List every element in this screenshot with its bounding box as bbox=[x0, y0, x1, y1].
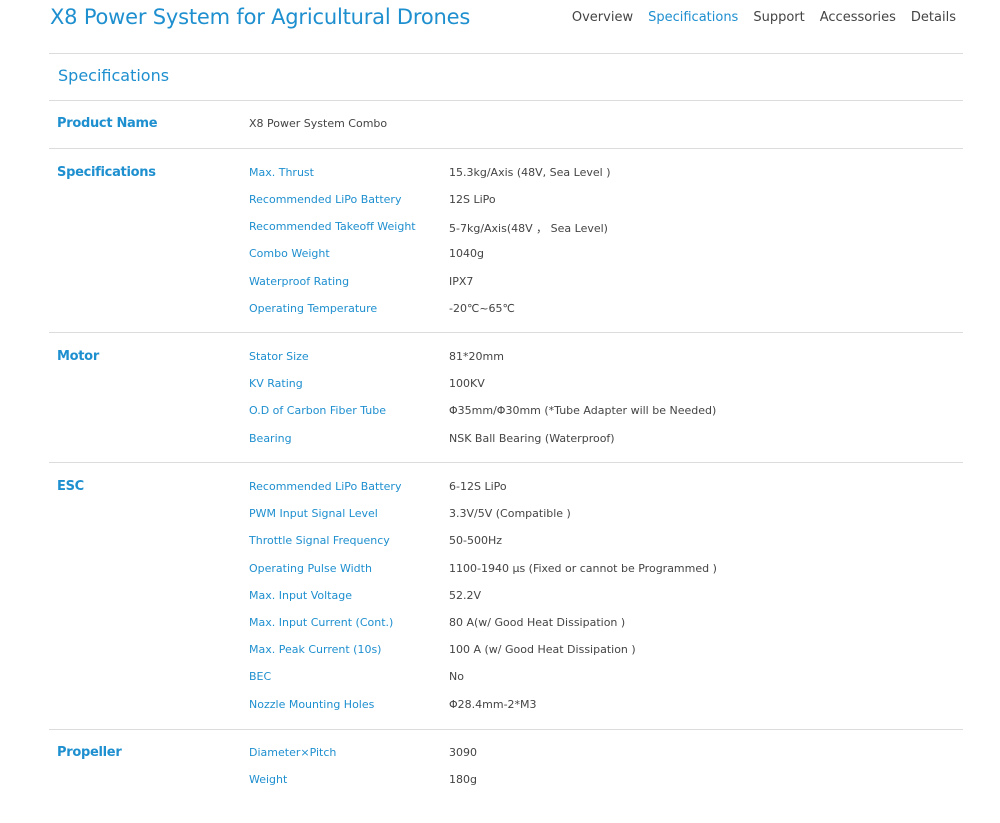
spec-key: O.D of Carbon Fiber Tube bbox=[249, 404, 387, 417]
spec-row: Weight 180g bbox=[49, 773, 963, 793]
spec-value: 6-12S LiPo bbox=[449, 480, 507, 493]
nav-overview[interactable]: Overview bbox=[572, 10, 633, 25]
spec-key: Recommended LiPo Battery bbox=[249, 480, 402, 493]
spec-row: Max. Input Voltage 52.2V bbox=[49, 589, 963, 609]
spec-value: 180g bbox=[449, 773, 477, 786]
spec-row: BEC No bbox=[49, 670, 963, 690]
spec-value: Φ35mm/Φ30mm (*Tube Adapter will be Neede… bbox=[449, 404, 717, 417]
product-name-value: X8 Power System Combo bbox=[249, 117, 388, 130]
spec-row: Max. Thrust 15.3kg/Axis (48V, Sea Level ) bbox=[49, 166, 963, 186]
spec-value: 81*20mm bbox=[449, 350, 504, 363]
spec-row: Bearing NSK Ball Bearing (Waterproof) bbox=[49, 432, 963, 452]
spec-row: Nozzle Mounting Holes Φ28.4mm-2*M3 bbox=[49, 698, 963, 718]
spec-key: Nozzle Mounting Holes bbox=[249, 698, 375, 711]
product-name-row: X8 Power System Combo bbox=[49, 117, 963, 137]
spec-value: 52.2V bbox=[449, 589, 482, 602]
nav-details[interactable]: Details bbox=[911, 10, 956, 25]
spec-row: Max. Input Current (Cont.) 80 A(w/ Good H… bbox=[49, 616, 963, 636]
spec-key: Max. Input Voltage bbox=[249, 589, 352, 602]
spec-value: 100KV bbox=[449, 377, 485, 390]
spec-row: Operating Temperature -20℃~65℃ bbox=[49, 302, 963, 322]
spec-row: PWM Input Signal Level 3.3V/5V (Compatibl… bbox=[49, 507, 963, 527]
spec-value: 100 A (w/ Good Heat Dissipation ) bbox=[449, 643, 636, 656]
spec-key: PWM Input Signal Level bbox=[249, 507, 378, 520]
spec-key: Throttle Signal Frequency bbox=[249, 534, 390, 547]
top-nav: Overview Specifications Support Accessor… bbox=[572, 10, 956, 25]
nav-support[interactable]: Support bbox=[753, 10, 804, 25]
spec-value: 15.3kg/Axis (48V, Sea Level ) bbox=[449, 166, 611, 179]
spec-key: KV Rating bbox=[249, 377, 303, 390]
spec-row: Diameter×Pitch 3090 bbox=[49, 746, 963, 766]
spec-key: Recommended Takeoff Weight bbox=[249, 220, 416, 233]
spec-row: Max. Peak Current (10s) 100 A (w/ Good He… bbox=[49, 643, 963, 663]
spec-key: Weight bbox=[249, 773, 288, 786]
spec-row: Waterproof Rating IPX7 bbox=[49, 275, 963, 295]
spec-value: Φ28.4mm-2*M3 bbox=[449, 698, 537, 711]
spec-key: Max. Thrust bbox=[249, 166, 314, 179]
spec-row: Stator Size 81*20mm bbox=[49, 350, 963, 370]
spec-value: 5-7kg/Axis(48V ， Sea Level) bbox=[449, 222, 608, 235]
spec-key: Combo Weight bbox=[249, 247, 330, 260]
divider bbox=[49, 729, 963, 730]
spec-key: Waterproof Rating bbox=[249, 275, 350, 288]
divider bbox=[49, 332, 963, 333]
spec-key: Stator Size bbox=[249, 350, 309, 363]
nav-specifications[interactable]: Specifications bbox=[648, 10, 738, 25]
spec-row: Throttle Signal Frequency 50-500Hz bbox=[49, 534, 963, 554]
spec-key: Max. Peak Current (10s) bbox=[249, 643, 382, 656]
spec-key: Max. Input Current (Cont.) bbox=[249, 616, 394, 629]
spec-value: 12S LiPo bbox=[449, 193, 496, 206]
page-title: X8 Power System for Agricultural Drones bbox=[50, 5, 471, 29]
spec-row: KV Rating 100KV bbox=[49, 377, 963, 397]
spec-row: Recommended Takeoff Weight 5-7kg/Axis(48V… bbox=[49, 220, 963, 240]
nav-accessories[interactable]: Accessories bbox=[820, 10, 896, 25]
spec-row: Recommended LiPo Battery 12S LiPo bbox=[49, 193, 963, 213]
spec-key: Operating Pulse Width bbox=[249, 562, 372, 575]
spec-key: Bearing bbox=[249, 432, 292, 445]
spec-value: 1040g bbox=[449, 247, 484, 260]
spec-value: No bbox=[449, 670, 464, 683]
spec-key: Diameter×Pitch bbox=[249, 746, 337, 759]
spec-key: Operating Temperature bbox=[249, 302, 378, 315]
divider bbox=[49, 100, 963, 101]
spec-value: IPX7 bbox=[449, 275, 474, 288]
spec-key: BEC bbox=[249, 670, 272, 683]
spec-row: Combo Weight 1040g bbox=[49, 247, 963, 267]
top-bar: X8 Power System for Agricultural Drones … bbox=[0, 0, 1000, 53]
section-title: Specifications bbox=[58, 66, 170, 85]
spec-value: NSK Ball Bearing (Waterproof) bbox=[449, 432, 615, 445]
divider bbox=[49, 148, 963, 149]
spec-value: 80 A(w/ Good Heat Dissipation ) bbox=[449, 616, 626, 629]
spec-key: Recommended LiPo Battery bbox=[249, 193, 402, 206]
spec-value: -20℃~65℃ bbox=[449, 302, 515, 315]
spec-row: Operating Pulse Width 1100-1940 μs (Fixed… bbox=[49, 562, 963, 582]
spec-value: 3.3V/5V (Compatible ) bbox=[449, 507, 571, 520]
divider bbox=[49, 462, 963, 463]
spec-value: 50-500Hz bbox=[449, 534, 503, 547]
divider bbox=[49, 53, 963, 54]
spec-value: 3090 bbox=[449, 746, 477, 759]
spec-row: Recommended LiPo Battery 6-12S LiPo bbox=[49, 480, 963, 500]
spec-value: 1100-1940 μs (Fixed or cannot be Program… bbox=[449, 562, 717, 575]
spec-row: O.D of Carbon Fiber Tube Φ35mm/Φ30mm (*Tu… bbox=[49, 404, 963, 424]
